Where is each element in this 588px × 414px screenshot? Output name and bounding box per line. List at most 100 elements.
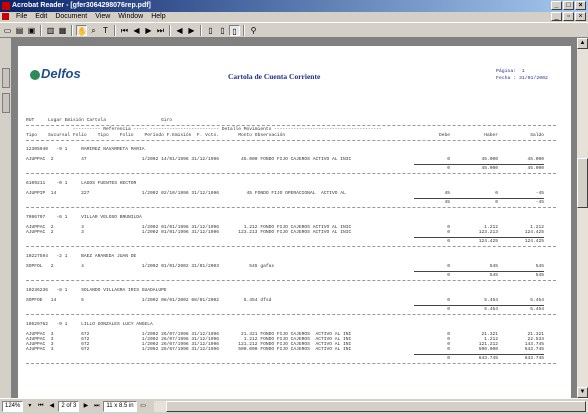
scroll-down-icon[interactable]: ▼ [577, 387, 588, 398]
title-bar: Acrobat Reader - [gfer3064298076rep.pdf]… [0, 0, 588, 12]
show-thumbnails-icon[interactable]: ▦ [57, 25, 68, 36]
total-rule [414, 271, 544, 272]
cell-haber: 500.000 [478, 347, 498, 352]
document-view[interactable]: Delfos Cartola de Cuenta Corriente Págin… [12, 38, 577, 398]
cell-haber: 123.213 [478, 230, 498, 235]
maximize-button[interactable]: □ [563, 1, 574, 10]
hand-tool-icon[interactable]: ✋ [76, 24, 87, 36]
page-info: Página: 1 Fecha : 31/01/2002 [496, 68, 548, 82]
print-icon[interactable]: ▤ [14, 25, 25, 36]
vertical-scroll-thumb[interactable] [577, 158, 588, 208]
total-haber: 5.454 [484, 307, 498, 312]
close-button[interactable]: × [575, 1, 586, 10]
fit-page-icon[interactable]: ▯ [217, 25, 228, 36]
horizontal-scrollbar[interactable] [153, 401, 588, 412]
group-header: 12305940 -9 1 RAMIREZ NAVARRETA MARIA [26, 147, 145, 152]
divider [26, 363, 556, 364]
status-bar: 124% ▾ ⏮ ◀ 2 of 3 ▶ ⏭ 11 x 8.5 in ▭ [0, 398, 588, 414]
doc-minimize-button[interactable]: _ [551, 12, 562, 21]
total-haber: 124.425 [478, 239, 498, 244]
divider [26, 140, 556, 141]
vertical-scrollbar[interactable]: ▲ ▼ [577, 38, 588, 398]
zoom-tool-icon[interactable]: ⌕ [88, 25, 99, 36]
pagina-label: Página: [496, 69, 517, 74]
last-page-status-icon[interactable]: ⏭ [92, 401, 101, 412]
delfos-logo: Delfos [30, 66, 81, 81]
zoom-level[interactable]: 124% [2, 401, 24, 412]
thumbnails-tab[interactable] [2, 93, 10, 113]
total-rule [414, 237, 544, 238]
divider [26, 280, 556, 281]
previous-page-icon[interactable]: ◀ [131, 25, 142, 36]
report-title: Cartola de Cuenta Corriente [228, 72, 321, 81]
table-row: SOPFOL 2 4 1/2002 01/01/2002 31/01/2003 … [26, 264, 275, 269]
fit-width-icon[interactable]: ▯ [229, 24, 240, 36]
toolbar: ▭ ▤ ▣ ▥ ▦ ✋ ⌕ T ⏮ ◀ ▶ ⏭ ◀ ▶ ▯ ▯ ▯ ⚲ [0, 22, 588, 38]
total-saldo: 5.454 [530, 307, 544, 312]
open-icon[interactable]: ▭ [2, 25, 13, 36]
cell-saldo: 643.745 [524, 347, 544, 352]
scroll-up-icon[interactable]: ▲ [577, 38, 588, 49]
menu-edit[interactable]: Edit [31, 12, 51, 22]
total-saldo: 124.425 [524, 239, 544, 244]
save-icon[interactable]: ▣ [26, 25, 37, 36]
pagina-value: 1 [521, 69, 525, 74]
window-title: Acrobat Reader - [gfer3064298076rep.pdf] [12, 2, 151, 9]
table-row: SOPFOE 14 5 1/2002 08/01/2002 08/01/2002… [26, 298, 272, 303]
zoom-dropdown-icon[interactable]: ▾ [25, 401, 34, 412]
total-rule [414, 198, 544, 199]
total-haber: 0 [495, 200, 498, 205]
table-row: AJUPPAC 3 672 1/2002 26/07/1996 31/12/19… [26, 347, 352, 352]
table-row: AJUPPIP 14 227 1/2002 02/10/1996 31/12/1… [26, 191, 346, 196]
page-layout-icon[interactable]: ▭ [139, 401, 148, 412]
doc-close-button[interactable]: × [575, 12, 586, 21]
cell-haber: 45.000 [481, 157, 498, 162]
logo-mark-icon [30, 69, 40, 80]
total-debe: 0 [447, 166, 450, 171]
menu-document[interactable]: Document [51, 12, 91, 22]
page-number[interactable]: 2 of 3 [58, 401, 80, 412]
total-rule [414, 354, 544, 355]
table-row: AJUPPAC 2 3 1/2002 01/01/1996 31/12/1996… [26, 230, 352, 235]
bookmarks-tab[interactable] [2, 68, 10, 88]
cell-debe: 0 [447, 264, 450, 269]
horizontal-scroll-thumb[interactable] [165, 401, 586, 412]
next-page-icon[interactable]: ▶ [143, 25, 154, 36]
next-page-status-icon[interactable]: ▶ [81, 401, 90, 412]
menu-window[interactable]: Window [114, 12, 147, 22]
go-forward-icon[interactable]: ▶ [186, 25, 197, 36]
previous-page-status-icon[interactable]: ◀ [47, 401, 56, 412]
menu-help[interactable]: Help [147, 12, 169, 22]
first-page-status-icon[interactable]: ⏮ [36, 401, 45, 412]
table-row: AJUPPAC 2 47 1/2002 14/01/1996 31/12/199… [26, 157, 352, 162]
menu-file[interactable]: File [12, 12, 31, 22]
divider [26, 173, 556, 174]
cell-debe: 0 [447, 157, 450, 162]
find-icon[interactable]: ⚲ [248, 25, 259, 36]
total-debe: 0 [447, 239, 450, 244]
cell-saldo: 545 [535, 264, 544, 269]
column-debe: Debe [438, 133, 450, 138]
show-bookmarks-icon[interactable]: ▥ [45, 25, 56, 36]
group-header: 6109211 -0 1 LAGOS FUENTES HECTOR [26, 181, 137, 186]
text-select-icon[interactable]: T [100, 25, 111, 36]
total-haber: 643.745 [478, 356, 498, 361]
total-debe: 0 [447, 356, 450, 361]
total-saldo: 45.000 [527, 166, 544, 171]
last-page-icon[interactable]: ⏭ [155, 25, 166, 36]
go-back-icon[interactable]: ◀ [174, 25, 185, 36]
first-page-icon[interactable]: ⏮ [119, 25, 130, 36]
fecha-label: Fecha : [496, 76, 517, 81]
document-menu-icon[interactable] [2, 13, 9, 20]
minimize-button[interactable]: _ [551, 1, 562, 10]
doc-restore-button[interactable]: ▫ [563, 12, 574, 21]
acrobat-window: Acrobat Reader - [gfer3064298076rep.pdf]… [0, 0, 588, 414]
group-header: 10227594 -2 1 BAEZ ARANEDA JUAN DE [26, 254, 137, 259]
total-debe: 0 [447, 273, 450, 278]
cell-debe: 45 [444, 191, 450, 196]
menu-view[interactable]: View [91, 12, 114, 22]
group-header: 7096797 -6 1 VILLAR VELOSO BRUNILDA [26, 215, 142, 220]
actual-size-icon[interactable]: ▯ [205, 25, 216, 36]
divider [26, 207, 556, 208]
acrobat-app-icon[interactable] [2, 2, 10, 10]
